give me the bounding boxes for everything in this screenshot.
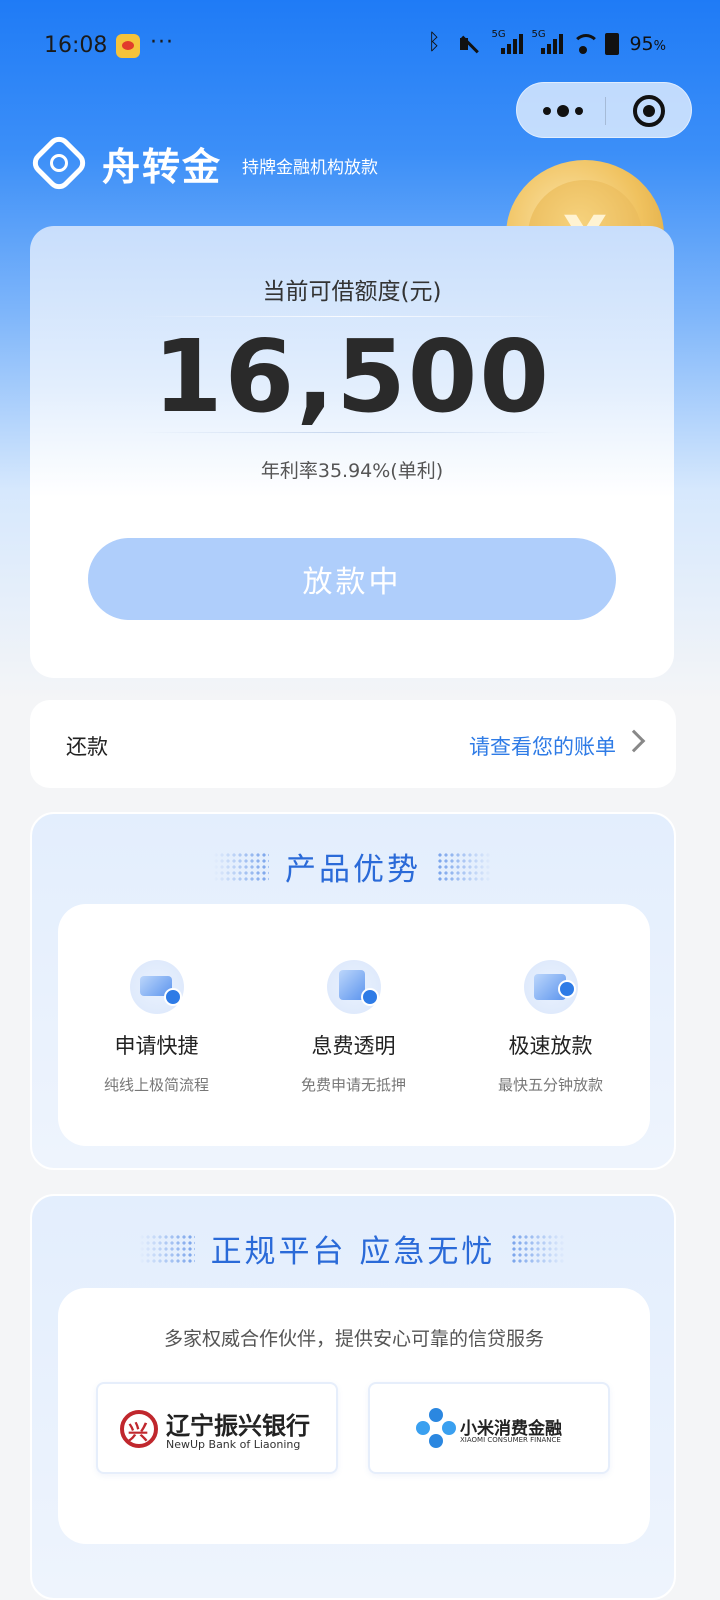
partner-xiaomi-finance: 小米消费金融 XIAOMI CONSUMER FINANCE: [368, 1382, 610, 1474]
interest-rate: 年利率35.94%(单利): [260, 460, 444, 482]
wallet-icon: [524, 960, 578, 1014]
platform-section: 正规平台 应急无忧 多家权威合作伙伴，提供安心可靠的信贷服务 辽宁振兴银行 Ne…: [30, 1194, 676, 1600]
credit-limit-amount: 16,500: [153, 318, 551, 435]
brand-logo-icon: [27, 131, 91, 195]
weibo-notification-icon: [116, 34, 140, 58]
card-icon: [130, 960, 184, 1014]
wifi-icon: [571, 32, 601, 56]
mute-icon: [457, 32, 481, 56]
brand-name: 舟转金: [102, 144, 223, 189]
status-bar: 16:08 ··· 5G 5G 95%: [0, 0, 720, 92]
decor-dots-icon: [213, 851, 269, 882]
credit-limit-label: 当前可借额度(元): [262, 279, 442, 305]
decor-dots-icon: [511, 1233, 568, 1264]
signal-1-icon: 5G: [491, 29, 524, 56]
advantages-section: 产品优势 申请快捷 纯线上极简流程 息费透明 免费申请无抵押 极速放款 最快五分…: [30, 812, 676, 1170]
signal-2-icon: 5G: [531, 29, 564, 56]
decor-dots-icon: [437, 851, 493, 882]
advantage-desc: 免费申请无抵押: [300, 1076, 406, 1094]
battery-level: 95%: [629, 33, 666, 55]
repay-row[interactable]: 还款 请查看您的账单: [30, 700, 676, 788]
xiaomi-finance-logo-icon: [416, 1408, 456, 1448]
advantage-desc: 最快五分钟放款: [497, 1076, 603, 1094]
advantages-panel: 申请快捷 纯线上极简流程 息费透明 免费申请无抵押 极速放款 最快五分钟放款: [58, 904, 650, 1146]
brand-tagline: 持牌金融机构放款: [242, 157, 379, 178]
loan-status-button[interactable]: 放款中: [88, 538, 616, 620]
advantage-desc: 纯线上极简流程: [103, 1076, 209, 1094]
status-icons: 5G 5G 95%: [423, 29, 666, 56]
battery-icon: [605, 33, 620, 55]
divider: [140, 316, 564, 317]
more-notifications-icon: ···: [150, 30, 174, 55]
partner-name: 辽宁振兴银行: [166, 1412, 310, 1440]
brand-header: 舟转金 持牌金融机构放款: [27, 131, 379, 195]
advantage-title: 极速放款: [508, 1034, 593, 1058]
bluetooth-icon: [423, 30, 447, 56]
divider: [140, 432, 564, 433]
advantage-title: 申请快捷: [114, 1034, 199, 1058]
partner-en-name: NewUp Bank of Liaoning: [166, 1438, 301, 1451]
view-bill-link[interactable]: 请查看您的账单: [469, 731, 616, 761]
document-icon: [327, 960, 381, 1014]
capsule-divider: [605, 97, 606, 125]
close-miniprogram-icon[interactable]: [633, 95, 665, 127]
decor-dots-icon: [138, 1233, 195, 1264]
status-time: 16:08: [44, 33, 108, 58]
partner-liaoning-bank: 辽宁振兴银行 NewUp Bank of Liaoning: [96, 1382, 338, 1474]
credit-card: 当前可借额度(元) 16,500 年利率35.94%(单利) 放款中: [30, 226, 674, 678]
platform-title: 正规平台 应急无忧: [210, 1234, 496, 1270]
advantage-title: 息费透明: [311, 1034, 396, 1058]
partners-panel: 多家权威合作伙伴，提供安心可靠的信贷服务 辽宁振兴银行 NewUp Bank o…: [58, 1288, 650, 1544]
repay-label: 还款: [66, 735, 108, 759]
advantages-title: 产品优势: [285, 852, 421, 888]
partner-en-name: XIAOMI CONSUMER FINANCE: [460, 1436, 561, 1444]
miniprogram-capsule: [516, 82, 692, 138]
partners-description: 多家权威合作伙伴，提供安心可靠的信贷服务: [163, 1328, 544, 1350]
more-menu-icon[interactable]: [539, 97, 599, 125]
liaoning-bank-logo-icon: [120, 1410, 158, 1448]
chevron-right-icon: [622, 729, 646, 753]
